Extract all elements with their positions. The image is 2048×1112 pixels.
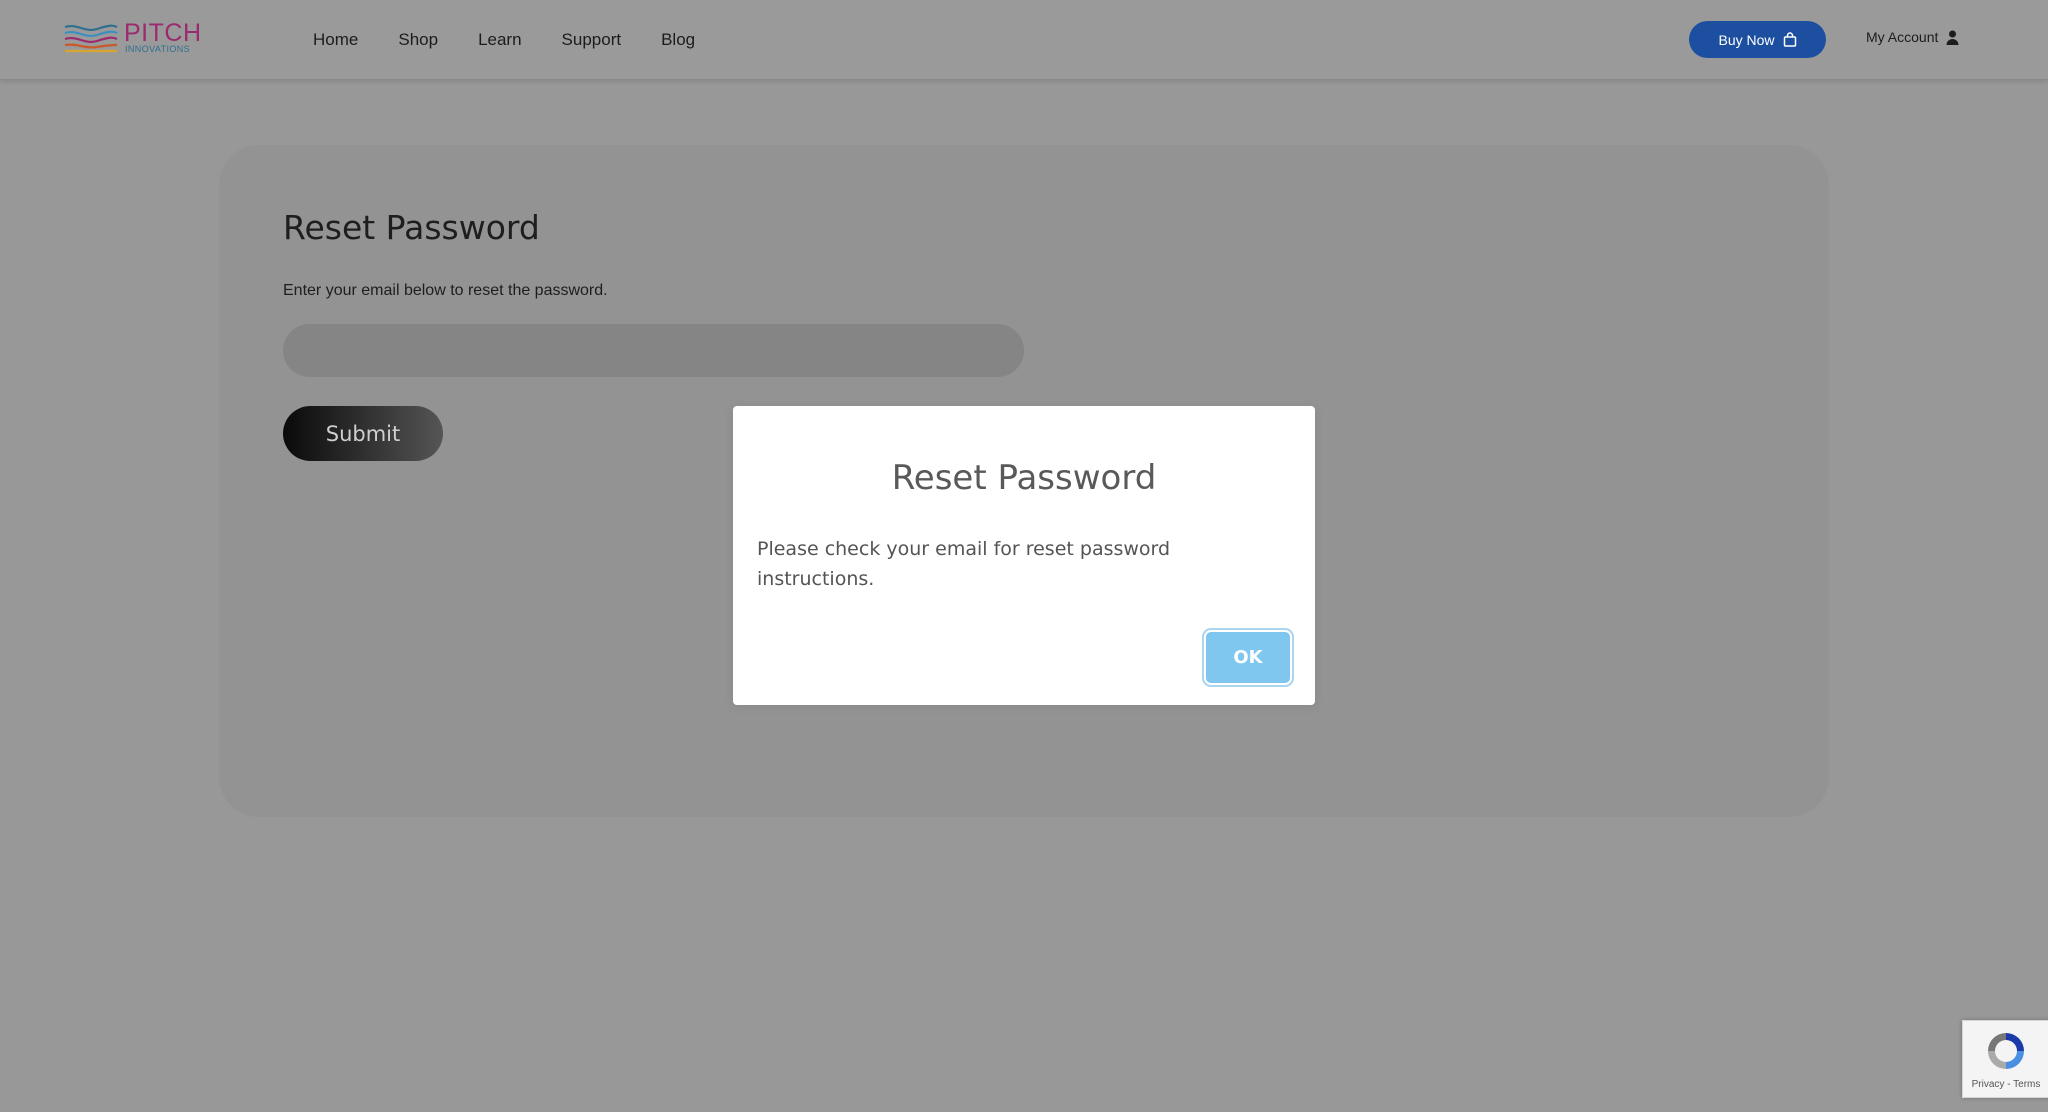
pitch-innovations-logo[interactable]: PITCH INNOVATIONS bbox=[63, 19, 203, 57]
nav-learn[interactable]: Learn bbox=[478, 29, 521, 51]
reset-instructions: Enter your email below to reset the pass… bbox=[283, 282, 608, 299]
nav-home[interactable]: Home bbox=[313, 29, 358, 51]
logo-subtitle: INNOVATIONS bbox=[125, 44, 191, 54]
nav-support[interactable]: Support bbox=[562, 29, 622, 51]
page-title: Reset Password bbox=[283, 208, 540, 247]
ok-button[interactable]: OK bbox=[1206, 632, 1290, 683]
logo-wave-icon bbox=[64, 24, 118, 53]
dialog-message: Please check your email for reset passwo… bbox=[757, 538, 1171, 590]
submit-button[interactable]: Submit bbox=[283, 406, 443, 461]
dialog-title: Reset Password bbox=[891, 458, 1157, 498]
email-input[interactable] bbox=[283, 324, 1024, 377]
buy-now-button[interactable]: Buy Now bbox=[1689, 21, 1826, 58]
my-account-link[interactable]: My Account bbox=[1866, 29, 1959, 45]
shopping-bag-icon bbox=[1783, 32, 1796, 47]
site-header: PITCH INNOVATIONS Home Shop Learn Suppor… bbox=[0, 0, 2048, 80]
recaptcha-badge[interactable]: Privacy - Terms bbox=[1962, 1020, 2048, 1098]
buy-now-label: Buy Now bbox=[1718, 31, 1775, 48]
nav-blog[interactable]: Blog bbox=[661, 29, 695, 51]
recaptcha-icon bbox=[1988, 1033, 2024, 1069]
reset-password-dialog: Reset Password Please check your email f… bbox=[733, 406, 1315, 705]
logo-title: PITCH bbox=[124, 19, 202, 47]
main-nav: Home Shop Learn Support Blog bbox=[313, 29, 735, 51]
user-icon bbox=[1946, 30, 1959, 45]
nav-shop[interactable]: Shop bbox=[398, 29, 438, 51]
my-account-label: My Account bbox=[1866, 29, 1939, 45]
recaptcha-privacy-terms[interactable]: Privacy - Terms bbox=[1963, 1079, 2048, 1091]
